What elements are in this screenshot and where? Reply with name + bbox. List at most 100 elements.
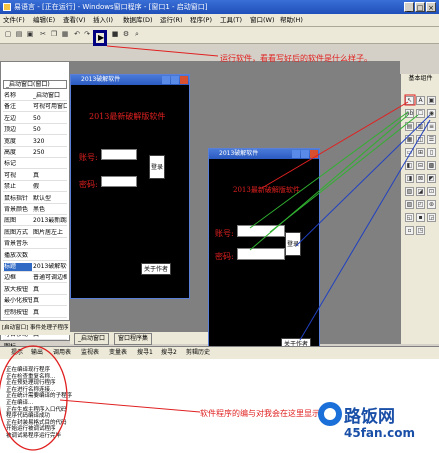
property-value[interactable]: 50 [33,126,67,134]
design-form[interactable]: 2013破解软件 2013最新破解版软件 账号: 密码: 登录 关于作者 [70,74,190,299]
tab-watch[interactable]: 监视表 [78,348,102,357]
toolbox-tool-icon[interactable]: ▧ [405,187,414,196]
cut-icon[interactable]: ✂ [38,29,48,40]
toolbox-tool-icon[interactable]: ◨ [405,174,414,183]
form1-account-input[interactable] [101,149,137,160]
toolbox-tool-icon[interactable]: ≡ [427,122,436,131]
toolbox-tool-icon[interactable]: ◳ [416,226,425,235]
toolbox-tool-icon[interactable]: A [416,96,425,105]
menu-file[interactable]: 文件(F) [3,15,25,25]
property-row[interactable]: 左边 50 [3,115,67,124]
compile-icon[interactable]: ⚙ [121,29,131,40]
copy-icon[interactable]: ❐ [49,29,59,40]
menu-run[interactable]: 运行(R) [160,15,183,25]
tab-window-assembly[interactable]: 窗口程序集 [114,333,153,345]
menu-window[interactable]: 窗口(W) [250,15,275,25]
minimize-button[interactable]: _ [404,2,414,12]
maximize-button[interactable]: □ [415,2,425,12]
menu-program[interactable]: 程序(P) [190,15,212,25]
menu-help[interactable]: 帮助(H) [280,15,303,25]
property-row[interactable]: 背景颜色 黑色 [3,206,67,215]
toolbox-tool-icon[interactable]: ⊛ [427,200,436,209]
find-icon[interactable]: ⌕ [132,29,142,40]
toolbox-tool-icon[interactable]: ◪ [416,187,425,196]
form1-password-input[interactable] [101,176,137,187]
toolbox-tool-icon[interactable]: ⊡ [427,187,436,196]
property-value[interactable]: 320 [33,138,67,146]
run-button[interactable]: ▶ [93,30,107,46]
event-handler-label[interactable]: [启动窗口] 事件处理子程序 [2,323,69,331]
toolbox-tool-icon[interactable]: ▩ [427,161,436,170]
property-row[interactable]: 底图方式 图片居左上 [3,229,67,238]
property-value[interactable]: 真 [33,286,67,294]
form2-password-input[interactable] [237,248,285,260]
property-value[interactable]: 250 [33,149,67,157]
toolbox-tool-icon[interactable]: ◉ [427,109,436,118]
property-value[interactable]: 普通可调边框 [33,274,67,282]
property-value[interactable]: 默认型 [33,195,67,203]
save-icon[interactable]: ▣ [25,29,35,40]
property-row[interactable]: 放大按钮真 [3,286,67,295]
toolbox-tool-icon[interactable]: ☐ [416,109,425,118]
menu-insert[interactable]: 插入(I) [93,15,113,25]
close-button[interactable]: × [426,2,436,12]
undo-icon[interactable]: ↶ [72,29,82,40]
toolbox-tool-icon[interactable]: ◧ [405,161,414,170]
toolbox-tool-icon[interactable]: ◰ [416,200,425,209]
property-row[interactable]: 标题2013破解软件 [3,263,67,272]
paste-icon[interactable]: ▦ [60,29,70,40]
toolbox-tool-icon[interactable]: ▨ [405,200,414,209]
tab-search2[interactable]: 搜寻2 [158,348,180,357]
toolbox-tool-icon[interactable]: ▯ [427,148,436,157]
property-row[interactable]: 边框 普通可调边框 [3,274,67,284]
menu-database[interactable]: 数据库(D) [123,15,153,25]
toolbox-tool-icon[interactable]: ◩ [427,174,436,183]
property-value[interactable]: 图片居左上 [33,229,67,237]
property-value[interactable]: 2013破解软件 [33,263,67,271]
property-row[interactable]: 背景音乐 [3,240,67,250]
property-value[interactable]: 真 [33,309,67,317]
menu-edit[interactable]: 编辑(E) [33,15,55,25]
open-icon[interactable]: ▤ [14,29,24,40]
toolbox-tool-icon[interactable]: ◫ [416,135,425,144]
form2-account-input[interactable] [237,225,285,237]
stop-icon[interactable]: ■ [110,29,120,40]
menu-view[interactable]: 查看(V) [63,15,86,25]
component-combo[interactable]: _启动窗口(窗口) [3,80,67,89]
property-row[interactable]: 备注 可视可用窗口 [3,103,67,113]
property-row[interactable]: 可视 真 [3,172,67,181]
toolbox-tool-icon[interactable]: ⊞ [416,148,425,157]
property-row[interactable]: 宽度 320 [3,138,67,147]
tab-hint[interactable]: 提示 [8,348,26,357]
property-value[interactable]: 黑色 [33,206,67,214]
toolbox-tool-icon[interactable]: ◲ [427,213,436,222]
property-value[interactable]: 假 [33,183,67,191]
property-value[interactable]: 50 [33,115,67,123]
property-value[interactable]: 可视可用窗口 [33,103,67,111]
tab-output[interactable]: 输出 [28,348,46,357]
property-row[interactable]: 顶边 50 [3,126,67,136]
property-value[interactable]: 2013最新跳跳 [33,217,67,225]
property-value[interactable]: 真 [33,297,67,305]
toolbox-tool-icon[interactable]: ▤ [405,122,414,131]
new-icon[interactable]: ▢ [3,29,13,40]
property-row[interactable]: 高度 250 [3,149,67,158]
toolbox-tool-icon[interactable]: ◱ [405,213,414,222]
property-row[interactable]: 名称 _启动窗口 [3,92,67,101]
property-row[interactable]: 标记 [3,160,67,170]
tab-call-stack[interactable]: 调用表 [50,348,74,357]
toolbox-tool-icon[interactable]: ▣ [427,96,436,105]
toolbox-tool-icon[interactable]: ▦ [405,135,414,144]
redo-icon[interactable]: ↷ [82,29,92,40]
property-row[interactable]: 播放次数 [3,252,67,261]
property-row[interactable]: 最小化按钮真 [3,297,67,307]
form1-about-button[interactable]: 关于作者 [141,263,171,275]
property-row[interactable]: 底图 2013最新跳跳 [3,217,67,227]
toolbox-tool-icon[interactable]: ab [405,109,414,118]
tab-search1[interactable]: 搜寻1 [134,348,156,357]
property-row[interactable]: 鼠标指针 默认型 [3,195,67,204]
property-value[interactable]: _启动窗口 [33,92,67,100]
running-form[interactable]: 2013破解软件 2013最新破解版软件 账号: 密码: 登录 关于作者 [208,148,320,358]
toolbox-tool-icon[interactable]: ☰ [427,135,436,144]
toolbox-tool-icon[interactable]: ▥ [416,122,425,131]
